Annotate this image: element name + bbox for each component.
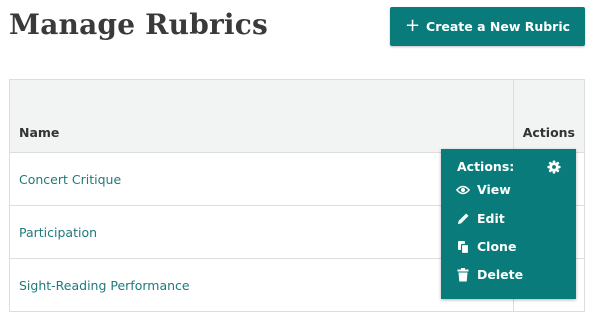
rubric-name-cell: Participation: [9, 205, 514, 259]
trash-icon: [456, 267, 470, 282]
page-title: Manage Rubrics: [9, 8, 268, 41]
gear-icon[interactable]: [547, 159, 561, 174]
column-header-actions: Actions: [512, 79, 585, 153]
menu-item-label: Edit: [477, 211, 505, 226]
create-rubric-label: Create a New Rubric: [426, 19, 571, 34]
actions-menu-title: Actions:: [457, 159, 515, 174]
rubric-link[interactable]: Sight-Reading Performance: [19, 278, 190, 293]
eye-icon: [456, 183, 470, 197]
menu-item-view[interactable]: View: [456, 182, 511, 197]
actions-menu-header: Actions:: [457, 159, 561, 174]
rubric-name-cell: Concert Critique: [9, 152, 514, 206]
menu-item-delete[interactable]: Delete: [456, 267, 523, 282]
copy-icon: [456, 240, 470, 254]
rubric-link[interactable]: Participation: [19, 225, 97, 240]
menu-item-label: View: [477, 182, 511, 197]
menu-item-clone[interactable]: Clone: [456, 239, 516, 254]
column-header-name[interactable]: Name: [9, 79, 514, 153]
menu-item-edit[interactable]: Edit: [456, 211, 505, 226]
rubric-name-cell: Sight-Reading Performance: [9, 258, 514, 312]
create-rubric-button[interactable]: + Create a New Rubric: [390, 7, 585, 46]
menu-item-label: Clone: [477, 239, 517, 254]
table-header-row: Name Actions: [9, 79, 585, 153]
pencil-icon: [456, 212, 470, 226]
rubric-link[interactable]: Concert Critique: [19, 172, 121, 187]
plus-icon: +: [404, 14, 421, 36]
menu-item-label: Delete: [477, 267, 524, 282]
actions-menu: Actions: View Edit Clone Delete: [441, 149, 576, 299]
